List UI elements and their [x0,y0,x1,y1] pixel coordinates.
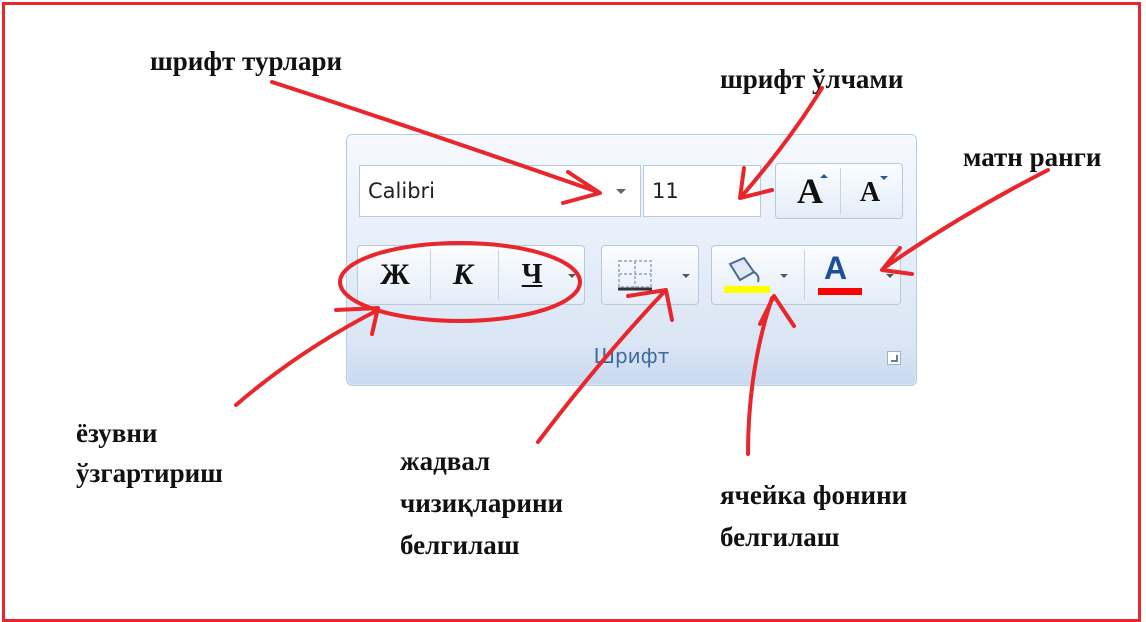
arrow-text-color [882,168,1050,270]
annotation-overlay [234,80,1050,456]
arrow-font-size [740,86,824,198]
arrow-font-types [270,80,600,194]
arrow-change-style [234,308,380,407]
arrow-borders [536,290,666,444]
